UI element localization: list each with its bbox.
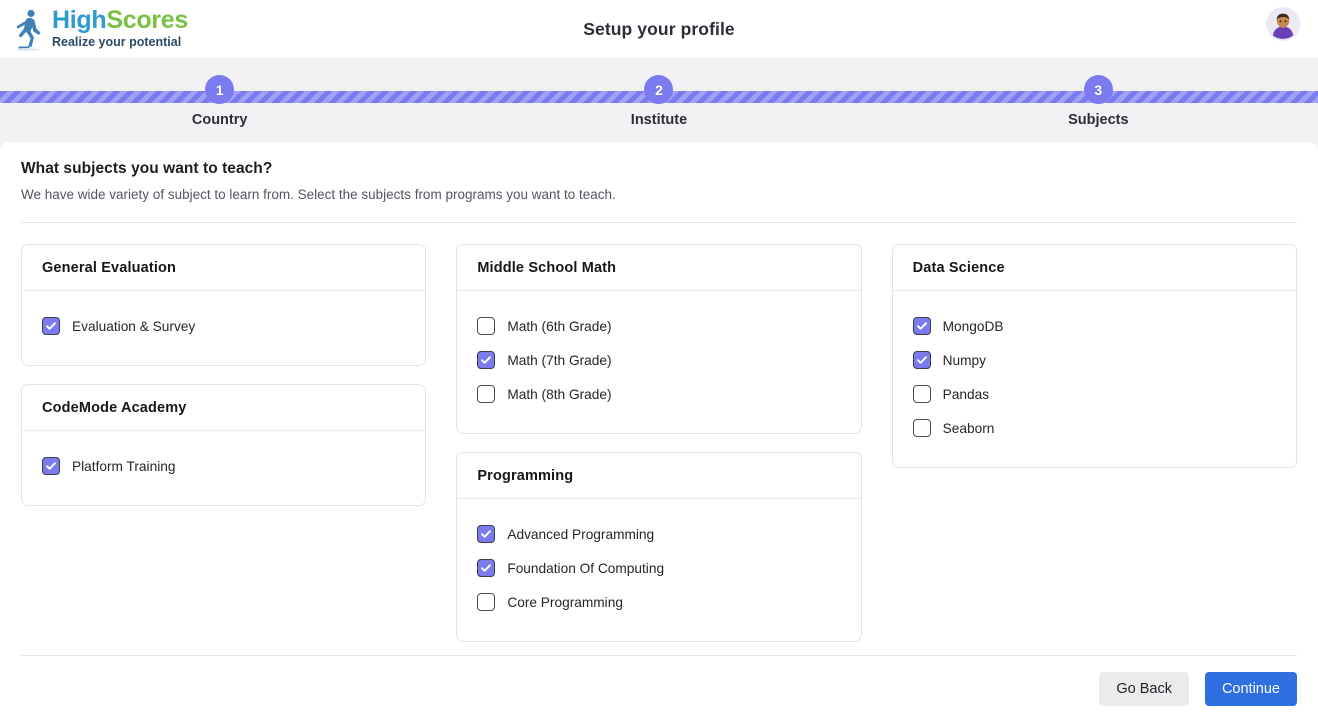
card-codemode-academy: CodeMode Academy Platform Training (21, 384, 427, 506)
card-programming: Programming Advanced Programming Foundat… (456, 452, 862, 642)
card-title: CodeMode Academy (42, 400, 187, 416)
option-mongodb[interactable]: MongoDB (912, 309, 1276, 343)
checkbox-icon[interactable] (912, 351, 931, 369)
go-back-button[interactable]: Go Back (1099, 672, 1189, 706)
option-evaluation-survey[interactable]: Evaluation & Survey (42, 309, 405, 343)
card-middle-school-math: Middle School Math Math (6th Grade) Math… (456, 244, 862, 434)
option-label: Evaluation & Survey (72, 318, 196, 334)
panel-heading-block: What subjects you want to teach? We have… (21, 142, 1297, 202)
checkbox-icon[interactable] (477, 317, 496, 335)
column-1: General Evaluation Evaluation & Survey C… (21, 244, 427, 642)
option-label: Core Programming (507, 594, 623, 610)
card-body: Platform Training (22, 431, 425, 505)
footer-actions: Go Back Continue (1099, 672, 1297, 706)
step-label: Country (191, 112, 248, 128)
step-number: 2 (644, 75, 674, 104)
checkbox-icon[interactable] (477, 525, 496, 543)
progress-stepper: 1 Country 2 Institute 3 Subjects (0, 58, 1318, 142)
card-title: Middle School Math (477, 260, 617, 276)
step-number: 1 (205, 75, 235, 104)
step-number: 3 (1083, 75, 1113, 104)
checkbox-icon[interactable] (912, 385, 931, 403)
option-label: Seaborn (942, 420, 995, 436)
card-header: Data Science (892, 245, 1296, 291)
card-header: Middle School Math (457, 245, 861, 291)
checkbox-icon[interactable] (42, 457, 60, 475)
option-math-6th-grade[interactable]: Math (6th Grade) (477, 309, 840, 343)
option-foundation-of-computing[interactable]: Foundation Of Computing (477, 551, 840, 585)
footer-divider (21, 655, 1297, 656)
card-general-evaluation: General Evaluation Evaluation & Survey (21, 244, 427, 366)
checkbox-icon[interactable] (477, 559, 496, 577)
card-body: Advanced Programming Foundation Of Compu… (457, 499, 860, 641)
option-platform-training[interactable]: Platform Training (42, 449, 405, 483)
card-body: Evaluation & Survey (22, 291, 425, 365)
step-institute[interactable]: 2 Institute (439, 58, 878, 128)
column-2: Middle School Math Math (6th Grade) Math… (456, 244, 862, 642)
option-label: MongoDB (942, 318, 1004, 334)
subject-columns: General Evaluation Evaluation & Survey C… (21, 244, 1297, 642)
card-title: General Evaluation (42, 260, 177, 276)
option-math-8th-grade[interactable]: Math (8th Grade) (477, 377, 840, 411)
step-subjects[interactable]: 3 Subjects (879, 58, 1318, 128)
option-math-7th-grade[interactable]: Math (7th Grade) (477, 343, 840, 377)
main-panel: What subjects you want to teach? We have… (0, 142, 1318, 722)
option-core-programming[interactable]: Core Programming (477, 585, 840, 619)
heading-divider (21, 222, 1297, 223)
card-header: Programming (457, 453, 861, 499)
option-label: Math (8th Grade) (507, 386, 612, 402)
card-body: Math (6th Grade) Math (7th Grade) Math (… (457, 291, 860, 433)
option-seaborn[interactable]: Seaborn (912, 411, 1276, 445)
user-avatar-icon (1266, 7, 1300, 41)
step-country[interactable]: 1 Country (0, 58, 439, 128)
section-heading: What subjects you want to teach? (21, 160, 273, 177)
option-label: Advanced Programming (507, 526, 655, 542)
checkbox-icon[interactable] (912, 317, 931, 335)
option-pandas[interactable]: Pandas (912, 377, 1276, 411)
option-advanced-programming[interactable]: Advanced Programming (477, 517, 840, 551)
card-title: Data Science (912, 260, 1005, 276)
option-label: Pandas (942, 386, 990, 402)
card-data-science: Data Science MongoDB Numpy Pandas Seabor… (891, 244, 1297, 468)
option-label: Platform Training (72, 458, 176, 474)
card-title: Programming (477, 468, 574, 484)
stepper-steps: 1 Country 2 Institute 3 Subjects (0, 58, 1318, 128)
card-body: MongoDB Numpy Pandas Seaborn (893, 291, 1296, 467)
option-label: Math (7th Grade) (507, 352, 612, 368)
checkbox-icon[interactable] (477, 351, 496, 369)
option-label: Numpy (942, 352, 987, 368)
continue-button[interactable]: Continue (1204, 672, 1297, 706)
step-label: Subjects (1068, 112, 1129, 128)
card-header: General Evaluation (22, 245, 426, 291)
option-numpy[interactable]: Numpy (912, 343, 1276, 377)
checkbox-icon[interactable] (912, 419, 931, 437)
checkbox-icon[interactable] (477, 593, 496, 611)
option-label: Foundation Of Computing (507, 560, 665, 576)
column-3: Data Science MongoDB Numpy Pandas Seabor… (891, 244, 1297, 642)
card-header: CodeMode Academy (22, 385, 426, 431)
option-label: Math (6th Grade) (507, 318, 612, 334)
checkbox-icon[interactable] (477, 385, 496, 403)
step-label: Institute (630, 112, 688, 128)
page-title: Setup your profile (583, 18, 735, 39)
checkbox-icon[interactable] (42, 317, 60, 335)
avatar[interactable] (1266, 7, 1300, 41)
app-header: HighScores Realize your potential Setup … (0, 0, 1318, 58)
section-subheading: We have wide variety of subject to learn… (21, 187, 616, 202)
